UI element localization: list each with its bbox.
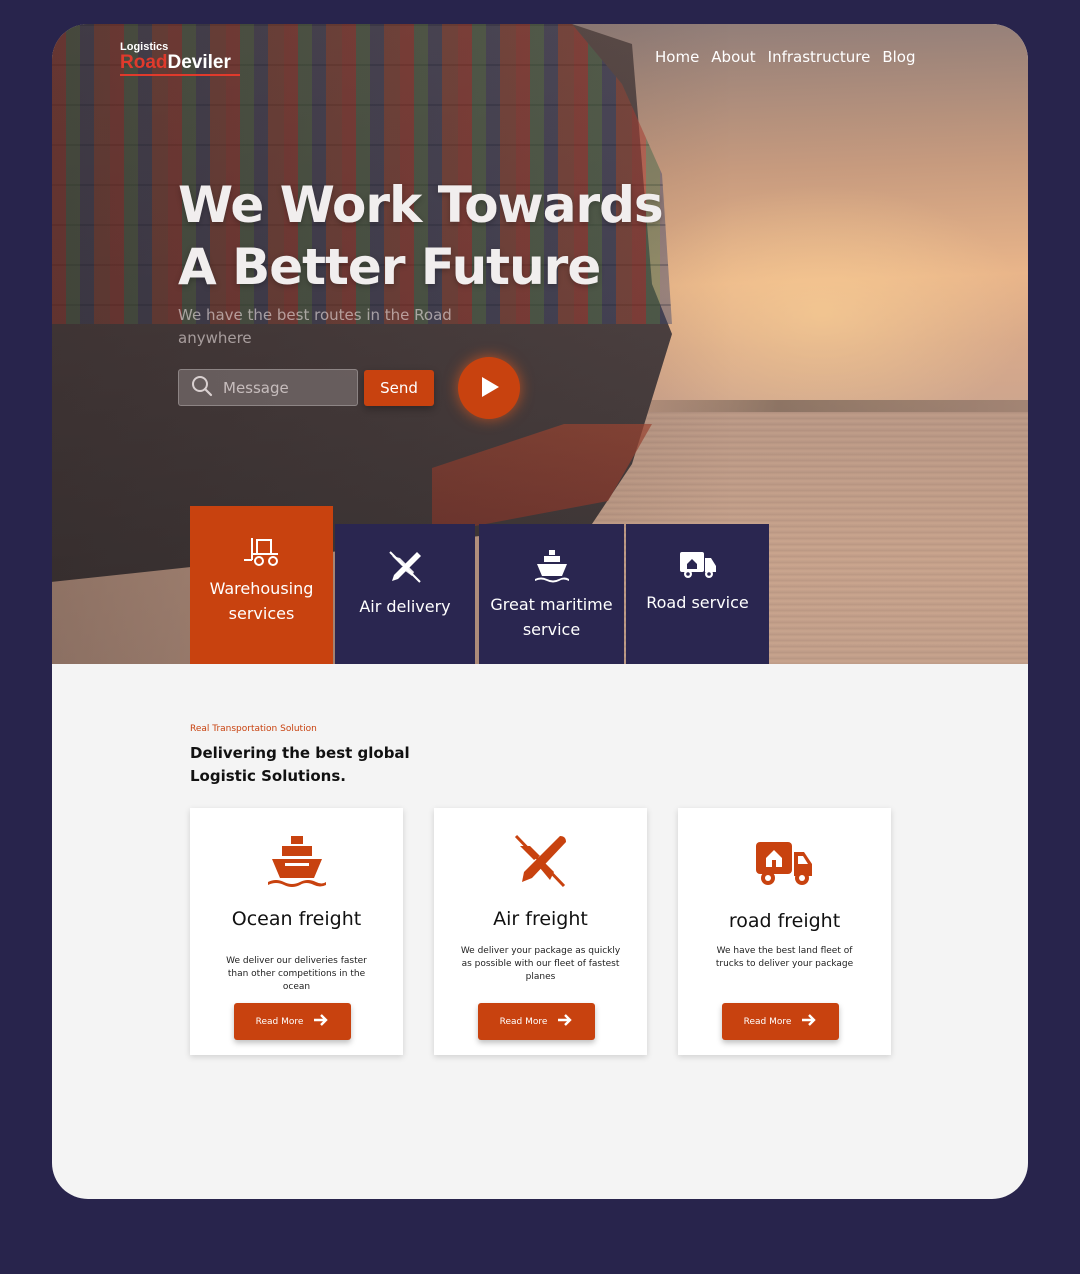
arrow-right-icon	[801, 1013, 817, 1030]
nav-home[interactable]: Home	[655, 48, 699, 66]
section-title: Delivering the best global Logistic Solu…	[190, 744, 410, 785]
hero-title-line1: We Work Towards	[178, 176, 664, 234]
airplane-icon	[389, 551, 421, 583]
read-more-label: Read More	[255, 1016, 304, 1027]
play-video-button[interactable]	[458, 357, 520, 419]
ship-icon	[534, 550, 569, 583]
ship-icon	[190, 834, 403, 890]
truck-icon	[679, 552, 716, 578]
search-icon	[191, 375, 213, 401]
brand-logo[interactable]: Logistics RoadDeviler	[120, 41, 240, 76]
service-label: Great maritime	[490, 595, 613, 614]
hero-title-line2: A Better Future	[178, 238, 601, 296]
hero-subtitle: We have the best routes in the Road anyw…	[178, 306, 452, 347]
truck-icon	[678, 840, 891, 888]
read-more-button[interactable]: Read More	[722, 1003, 839, 1040]
airplane-icon	[434, 832, 647, 890]
nav-about[interactable]: About	[711, 48, 755, 66]
service-label: service	[522, 620, 581, 639]
service-tile-warehousing[interactable]: Warehousing services	[190, 506, 333, 664]
arrow-right-icon	[557, 1013, 573, 1030]
card-description: We have the best land fleet of trucks to…	[715, 946, 854, 969]
service-tile-road[interactable]: Road service	[626, 524, 769, 664]
service-tile-maritime[interactable]: Great maritime service	[479, 524, 624, 664]
nav-infrastructure[interactable]: Infrastructure	[768, 48, 871, 66]
service-tile-air[interactable]: Air delivery	[335, 524, 475, 664]
send-button[interactable]: Send	[364, 370, 434, 406]
nav-blog[interactable]: Blog	[882, 48, 915, 66]
brand-name-rest: Deviler	[167, 52, 231, 73]
card-title: Air freight	[493, 908, 588, 930]
message-input[interactable]	[223, 378, 343, 397]
forklift-icon	[243, 538, 278, 566]
card-description: We deliver our deliveries faster than ot…	[226, 956, 367, 992]
brand-name-accent: Road	[120, 52, 168, 73]
service-card-air: Air freight We deliver your package as q…	[434, 808, 647, 1055]
read-more-button[interactable]: Read More	[478, 1003, 595, 1040]
brand-underline	[120, 74, 240, 76]
service-label: services	[228, 604, 295, 623]
main-nav: Home About Infrastructure Blog	[655, 48, 915, 66]
service-label: Road service	[646, 593, 749, 612]
service-label: Air delivery	[359, 597, 451, 616]
card-description: We deliver your package as quickly as po…	[460, 946, 621, 982]
read-more-button[interactable]: Read More	[234, 1003, 351, 1040]
service-card-road: road freight We have the best land fleet…	[678, 808, 891, 1055]
arrow-right-icon	[313, 1013, 329, 1030]
read-more-label: Read More	[743, 1016, 792, 1027]
service-card-ocean: Ocean freight We deliver our deliveries …	[190, 808, 403, 1055]
card-title: road freight	[728, 910, 841, 932]
play-icon	[476, 374, 502, 403]
brand-name: RoadDeviler	[120, 52, 231, 73]
service-label: Warehousing	[209, 579, 314, 598]
read-more-label: Read More	[499, 1016, 548, 1027]
hero-title: We Work Towards A Better Future	[178, 174, 664, 298]
card-title: Ocean freight	[231, 908, 362, 930]
section-kicker: Real Transportation Solution	[190, 724, 317, 734]
hero-section: Logistics RoadDeviler Home About Infrast…	[52, 24, 1028, 664]
message-search-box[interactable]	[178, 369, 358, 406]
page-frame: Logistics RoadDeviler Home About Infrast…	[52, 24, 1028, 1199]
